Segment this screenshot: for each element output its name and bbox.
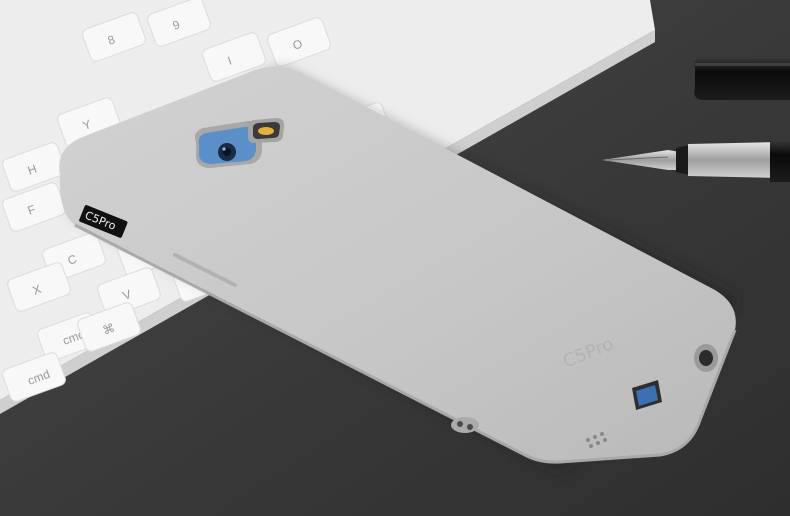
headphone-jack bbox=[694, 344, 718, 372]
product-photo: 89IOYKLHJNMFVCXcmd⌘cmdB bbox=[0, 0, 790, 516]
pen-grip bbox=[676, 145, 690, 175]
side-vents bbox=[451, 417, 479, 433]
pen-cap bbox=[694, 57, 790, 100]
photo-canvas: 89IOYKLHJNMFVCXcmd⌘cmdB bbox=[0, 0, 790, 516]
pen-barrel-ring bbox=[688, 142, 780, 178]
flash-led bbox=[258, 127, 274, 135]
flash-cutout bbox=[247, 118, 285, 143]
